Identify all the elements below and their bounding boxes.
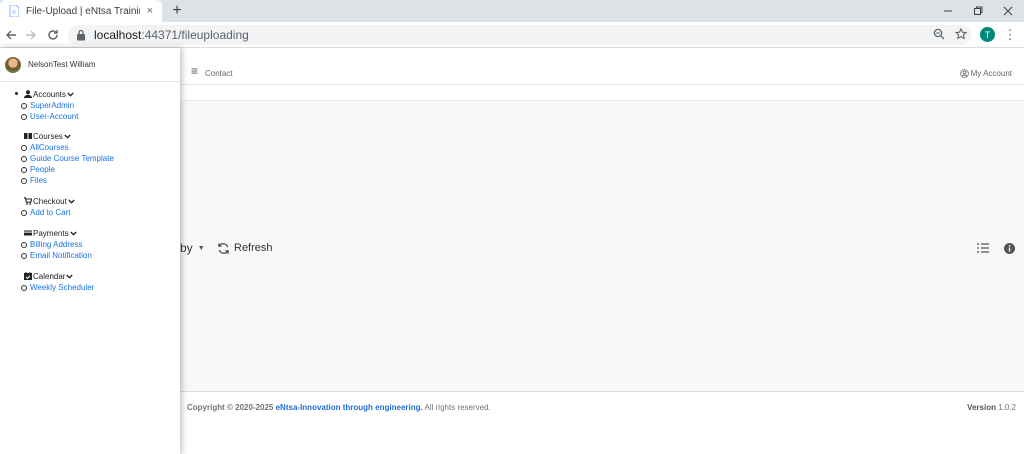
calendar-check-icon	[24, 272, 32, 280]
chevron-down-icon	[68, 199, 75, 204]
sidebar-group-accounts: Accounts SuperAdmin User-Account	[15, 88, 78, 122]
sidebar-group-checkout: Checkout Add to Cart	[20, 195, 75, 218]
browser-tab-strip: File-Upload | eNtsa Training-Aca × +	[0, 0, 1024, 22]
payments-toggle[interactable]: Payments	[24, 227, 92, 239]
close-window-icon[interactable]	[992, 0, 1024, 22]
tab-close-icon[interactable]: ×	[144, 5, 156, 17]
sidebar-item-superadmin[interactable]: SuperAdmin	[0, 100, 78, 111]
page-icon	[8, 5, 20, 17]
back-icon[interactable]	[2, 26, 20, 44]
refresh-button[interactable]: Refresh	[217, 242, 273, 255]
caret-down-icon: ▼	[197, 244, 205, 252]
sidebar-item-people[interactable]: People	[0, 164, 114, 175]
courses-toggle[interactable]: Courses	[24, 130, 114, 142]
chevron-down-icon	[69, 231, 77, 236]
chevron-down-icon	[64, 134, 71, 139]
user-icon	[24, 90, 32, 98]
zoom-icon[interactable]	[931, 26, 947, 42]
sidebar-item-add-to-cart[interactable]: Add to Cart	[0, 207, 75, 218]
my-account-link[interactable]: My Account	[959, 69, 1012, 78]
address-bar[interactable]: localhost:44371/fileuploading	[68, 25, 971, 45]
version-text: Version 1.0.2	[967, 403, 1016, 412]
sidebar-item-files[interactable]: Files	[0, 175, 114, 186]
browser-toolbar: localhost:44371/fileuploading	[0, 22, 1024, 48]
forward-icon[interactable]	[22, 26, 40, 44]
sort-by-button[interactable]: by ▼	[180, 241, 205, 255]
new-tab-button[interactable]: +	[168, 2, 186, 20]
sidebar-item-email-notification[interactable]: Email Notification	[0, 250, 92, 261]
avatar	[5, 56, 21, 73]
accounts-toggle[interactable]: Accounts	[24, 88, 78, 100]
file-manager: by ▼ Refresh	[180, 100, 1024, 392]
list-view-icon[interactable]	[976, 241, 990, 255]
sidebar-item-billing-address[interactable]: Billing Address	[0, 239, 92, 250]
url-text: localhost:44371/fileuploading	[94, 28, 249, 42]
chevron-down-icon	[67, 92, 74, 97]
bookmark-star-icon[interactable]	[953, 26, 969, 42]
tab-title: File-Upload | eNtsa Training-Aca	[26, 5, 140, 17]
user-circle-icon	[959, 69, 969, 78]
lock-icon	[77, 29, 85, 41]
sidebar-item-guide-course-template[interactable]: Guide Course Template	[0, 153, 114, 164]
info-icon[interactable]	[1002, 241, 1016, 255]
sidebar-group-calendar: Calendar Weekly Scheduler	[21, 270, 94, 293]
user-name: NelsonTest William	[28, 60, 96, 69]
contact-link[interactable]: Contact	[205, 69, 233, 78]
profile-avatar[interactable]: T	[980, 27, 995, 42]
refresh-icon	[218, 242, 229, 254]
browser-menu-icon[interactable]: ⋮	[1004, 26, 1017, 44]
book-icon	[24, 133, 32, 139]
sidebar-item-user-account[interactable]: User-Account	[0, 111, 78, 122]
sidebar-item-weekly-scheduler[interactable]: Weekly Scheduler	[0, 282, 94, 293]
calendar-toggle[interactable]: Calendar	[24, 270, 94, 282]
top-navbar: ≡ Contact My Account	[180, 48, 1024, 85]
sidebar-group-courses: Courses AllCourses Guide Course Template…	[20, 130, 114, 186]
cart-icon	[24, 197, 32, 205]
brand-link[interactable]: eNtsa-Innovation through engineering.	[276, 403, 423, 412]
sidebar-group-payments: Payments Billing Address Email Notificat…	[20, 227, 92, 261]
sidebar-item-allcourses[interactable]: AllCourses	[0, 142, 114, 153]
credit-card-icon	[24, 230, 32, 236]
restore-icon[interactable]	[962, 0, 994, 22]
chevron-down-icon	[66, 274, 74, 279]
file-manager-toolbar: by ▼ Refresh	[180, 238, 1024, 258]
sidebar: NelsonTest William Accounts SuperAdmin U…	[0, 48, 180, 454]
footer: Copyright © 2020-2025 eNtsa-Innovation t…	[180, 393, 1024, 423]
copyright-text: Copyright © 2020-2025 eNtsa-Innovation t…	[187, 403, 491, 412]
checkout-toggle[interactable]: Checkout	[24, 195, 75, 207]
minimize-icon[interactable]	[932, 0, 964, 22]
browser-tab[interactable]: File-Upload | eNtsa Training-Aca ×	[0, 0, 162, 22]
user-profile[interactable]: NelsonTest William	[0, 48, 180, 82]
reload-icon[interactable]	[44, 26, 62, 44]
hamburger-menu-icon[interactable]: ≡	[191, 64, 198, 78]
